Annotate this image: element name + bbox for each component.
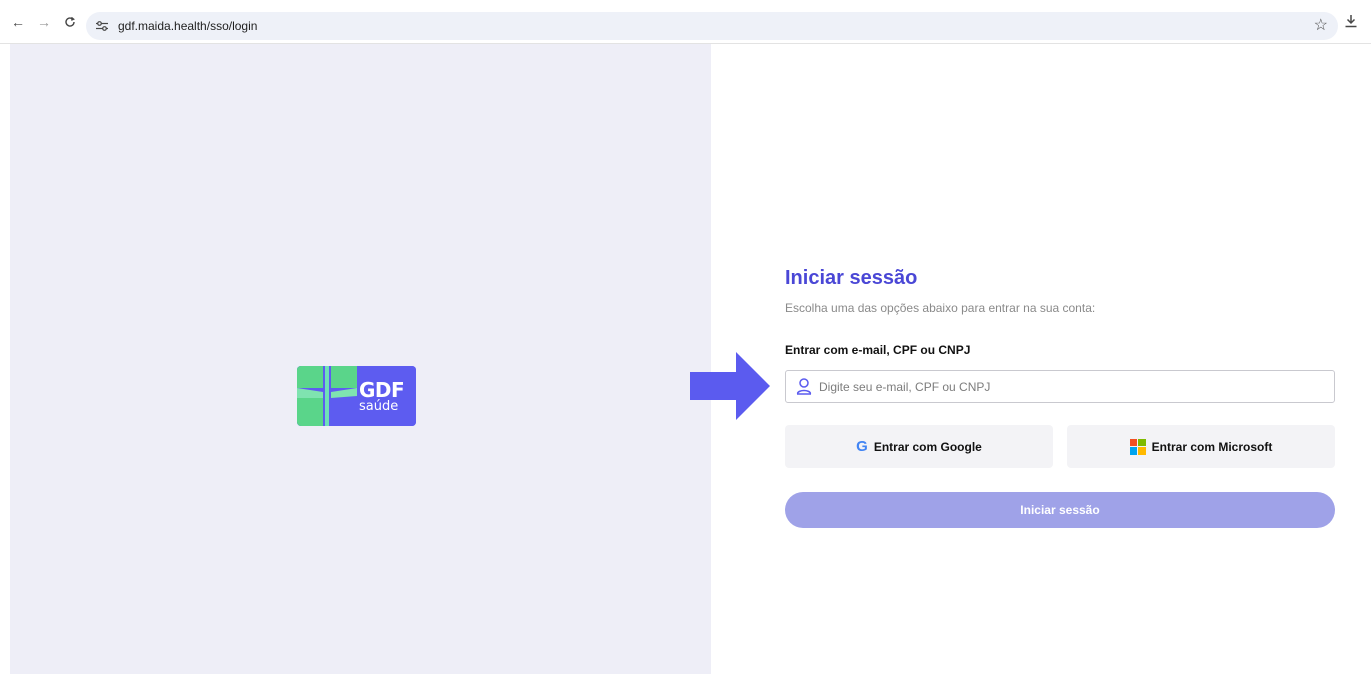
submit-login-button[interactable]: Iniciar sessão [785, 492, 1335, 528]
ms-square-red [1129, 438, 1138, 446]
page-title: Iniciar sessão [785, 267, 918, 289]
ms-square-blue [1129, 447, 1138, 455]
pointer-arrow-icon [690, 352, 770, 420]
url-text[interactable]: gdf.maida.health/sso/login [118, 18, 257, 34]
google-login-button[interactable]: G Entrar com Google [785, 425, 1053, 468]
page-subtitle: Escolha uma das opções abaixo para entra… [785, 301, 1096, 315]
logo-subtitle: saúde [359, 399, 399, 414]
download-icon[interactable] [1344, 14, 1358, 31]
google-icon: G [856, 437, 868, 455]
google-login-label: Entrar com Google [873, 439, 982, 454]
ms-square-yellow [1138, 447, 1146, 455]
back-arrow-icon[interactable]: ← [10, 14, 26, 30]
reload-glyph [65, 16, 75, 27]
reload-icon[interactable] [62, 14, 78, 30]
bookmark-star-icon[interactable]: ☆ [1314, 16, 1328, 36]
identifier-field[interactable] [785, 370, 1335, 403]
identifier-input[interactable] [819, 371, 1329, 402]
identifier-field-label: Entrar com e-mail, CPF ou CNPJ [785, 343, 971, 357]
microsoft-login-label: Entrar com Microsoft [1151, 439, 1273, 454]
microsoft-icon [1129, 438, 1146, 455]
download-glyph [1345, 15, 1357, 28]
logo-title: GDF [359, 378, 405, 402]
address-bar[interactable]: gdf.maida.health/sso/login ☆ [86, 12, 1338, 40]
brand-panel: GDF saúde [10, 44, 711, 674]
browser-toolbar: ← → gdf.maida.health/sso/login ☆ [0, 0, 1371, 44]
forward-arrow-icon[interactable]: → [36, 14, 52, 30]
site-info-icon[interactable] [94, 18, 110, 34]
tune-glyph [96, 21, 108, 31]
user-icon [796, 378, 812, 395]
ms-square-green [1138, 438, 1146, 446]
microsoft-login-button[interactable]: Entrar com Microsoft [1067, 425, 1335, 468]
gdf-saude-logo: GDF saúde [297, 366, 416, 426]
